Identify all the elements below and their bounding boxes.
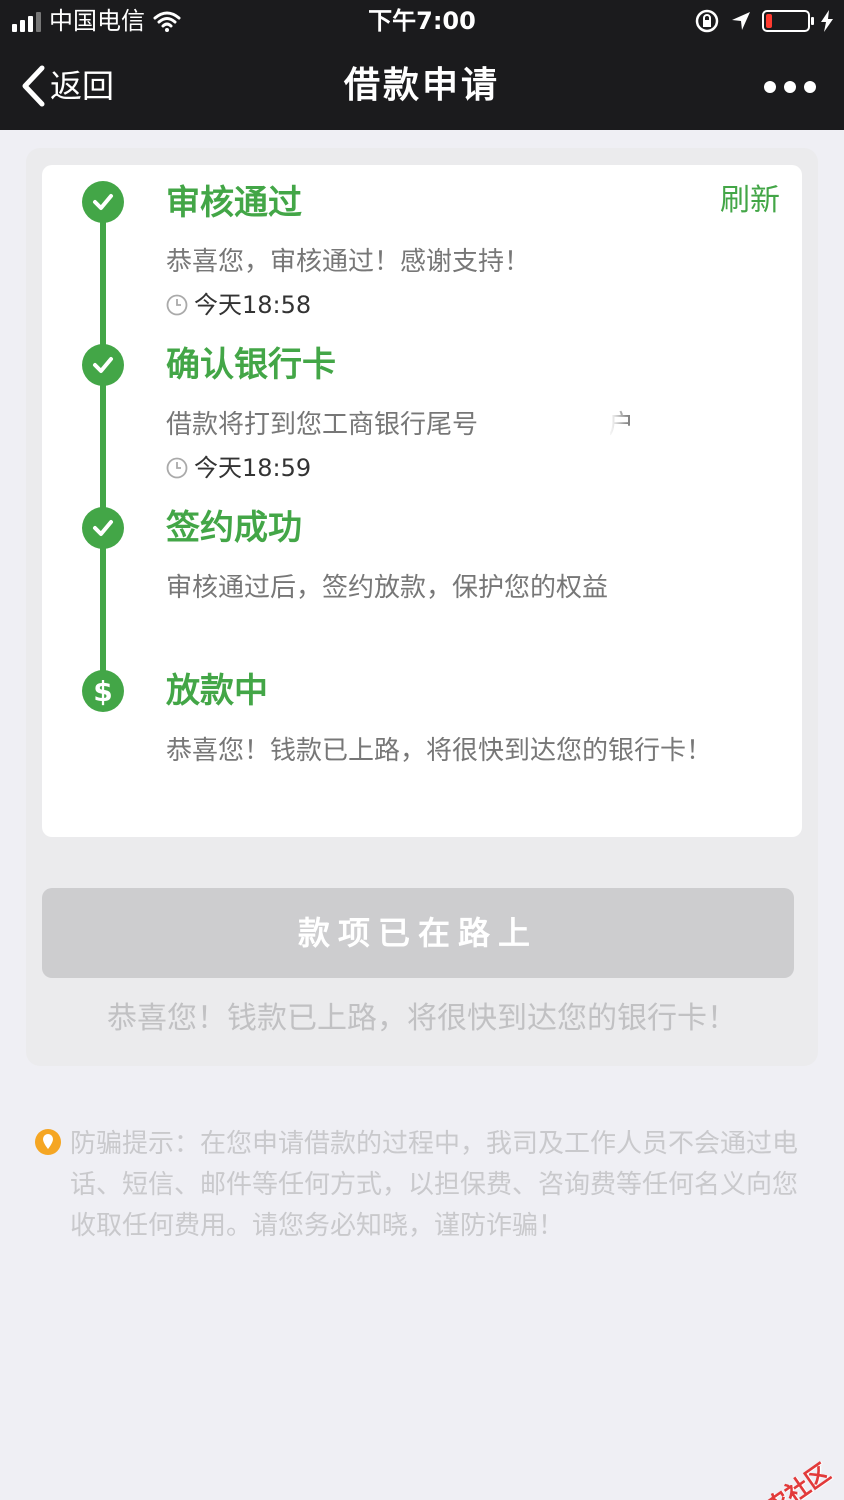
status-bar: 中国电信 下午7:00: [0, 0, 844, 44]
step-1-title: 审核通过: [166, 183, 302, 223]
status-right: [694, 8, 834, 34]
step-3-check-icon: [82, 507, 124, 549]
step-1-time: 今天18:58: [166, 290, 311, 320]
more-button[interactable]: [764, 81, 816, 93]
rotation-lock-icon: [695, 9, 719, 33]
refresh-button[interactable]: 刷新: [720, 181, 780, 221]
timeline-line: [100, 202, 106, 692]
step-1-check-icon: [82, 181, 124, 223]
nav-bar: 返回 借款申请: [0, 44, 844, 130]
step-3-title: 签约成功: [166, 508, 302, 548]
step-1-time-text: 今天18:58: [194, 291, 312, 319]
step-2-time: 今天18:59: [166, 453, 311, 483]
redaction-blur: [500, 395, 610, 457]
page-title: 借款申请: [343, 65, 500, 106]
step-4-desc: 恭喜您！钱款已上路，将很快到达您的银行卡！: [166, 736, 713, 766]
clock-icon: [166, 457, 188, 479]
battery-icon: [762, 10, 814, 32]
charging-icon: [821, 10, 833, 32]
step-4-dollar-icon: $: [82, 670, 124, 712]
status-button[interactable]: 款项已在路上: [42, 888, 794, 978]
step-2-title: 确认银行卡: [166, 345, 336, 385]
watermark: 卡农社区: [713, 1453, 836, 1500]
battery-fill: [766, 14, 772, 28]
step-3-desc: 审核通过后，签约放款，保护您的权益: [166, 573, 609, 603]
anti-fraud-tip: 防骗提示：在您申请借款的过程中，我司及工作人员不会通过电话、短信、邮件等任何方式…: [70, 1129, 799, 1241]
watermark-text: 卡农社区: [740, 1458, 836, 1500]
step-2-check-icon: [82, 344, 124, 386]
more-dot-icon: [784, 81, 796, 93]
tip-marker-icon: [35, 1129, 61, 1155]
more-dot-icon: [764, 81, 776, 93]
step-2-time-text: 今天18:59: [194, 454, 312, 482]
clock-icon: [166, 294, 188, 316]
location-icon: [732, 12, 750, 30]
step-4-title: 放款中: [166, 671, 268, 711]
step-1-desc: 恭喜您，审核通过！感谢支持！: [166, 247, 531, 277]
more-dot-icon: [804, 81, 816, 93]
status-note: 恭喜您！钱款已上路，将很快到达您的银行卡！: [107, 1001, 737, 1036]
